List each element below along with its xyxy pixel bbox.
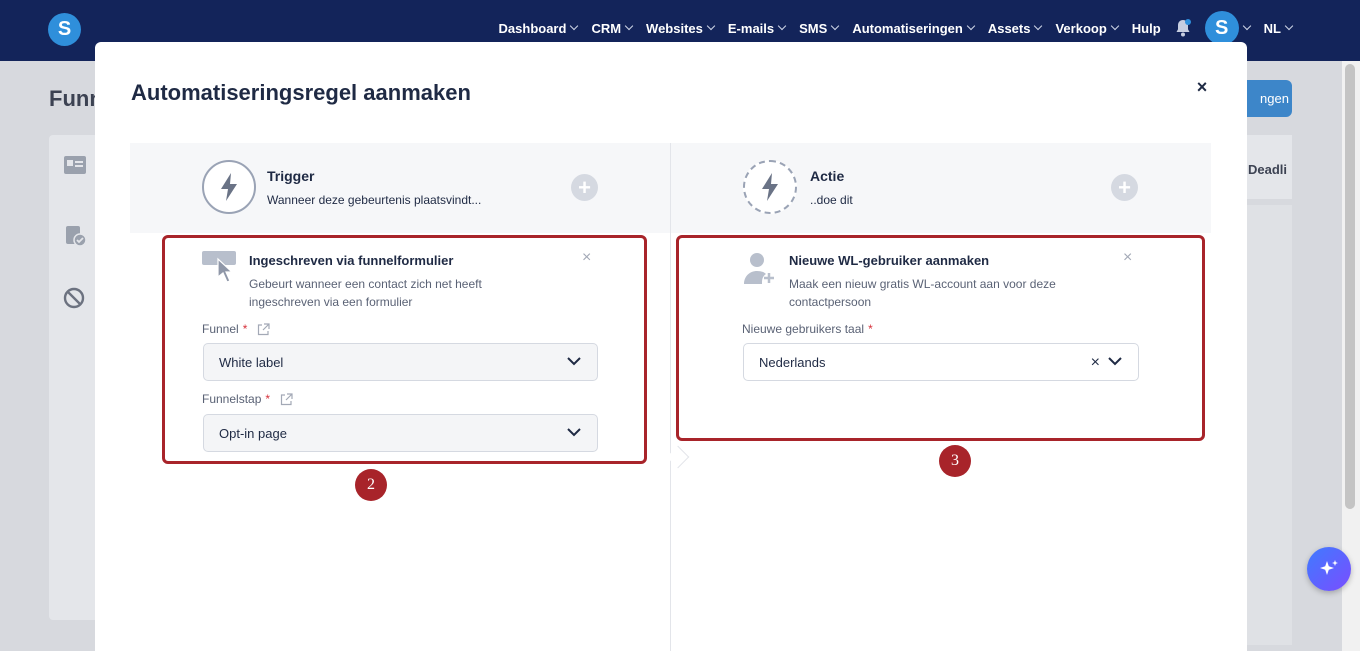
nav-item-label: CRM [591,20,622,36]
clipboard-check-icon [66,226,87,247]
funnel-select[interactable]: White label [203,343,598,381]
action-card-description: Maak een nieuw gratis WL-account aan voo… [789,275,1056,311]
nav-item-label: Automatiseringen [852,20,963,36]
trigger-header: Trigger Wanneer deze gebeurtenis plaatsv… [130,143,670,233]
chevron-down-icon [1110,21,1120,31]
step-badge: 3 [939,445,971,477]
nav-item-label: Dashboard [498,20,567,36]
chevron-down-icon [567,428,581,437]
nav-item-websites[interactable]: Websites [646,20,716,36]
app-logo[interactable]: S [48,13,81,46]
scrollbar-thumb[interactable] [1345,64,1355,509]
chevron-down-icon [966,21,976,31]
nav-item-assets[interactable]: Assets [987,20,1043,36]
sparkles-icon [1320,560,1338,575]
language-select[interactable]: Nederlands × [743,343,1139,381]
ban-icon [63,287,85,309]
id-card-icon [64,156,86,174]
action-subtitle: ..doe dit [810,193,853,207]
trigger-card-title: Ingeschreven via funnelformulier [249,253,454,268]
label-text: Nieuwe gebruikers taal [742,322,865,336]
add-trigger-button[interactable]: + [571,174,598,201]
description-line: Maak een nieuw gratis WL-account aan voo… [789,277,1056,291]
nav-item-automatiseringen[interactable]: Automatiseringen [852,20,976,36]
trigger-subtitle: Wanneer deze gebeurtenis plaatsvindt... [267,193,482,207]
nav-item-sms[interactable]: SMS [799,20,840,36]
background-sidebar-card [49,135,99,620]
background-button-label: ngen [1260,91,1289,106]
label-text: Funnelstap [202,392,262,406]
column-divider [670,143,671,651]
background-column-header: Deadli [1246,135,1292,199]
nav-item-label: Websites [646,20,703,36]
avatar: S [1204,11,1239,45]
external-link-icon[interactable] [257,322,270,336]
chevron-down-icon [706,21,716,31]
nav-item-label: Verkoop [1055,20,1107,36]
bell-icon[interactable] [1175,19,1191,37]
lightning-icon [202,160,256,214]
background-column-body [1246,205,1292,645]
nav-item-label: Assets [987,20,1031,36]
create-automation-modal: Automatiseringsregel aanmaken × Trigger … [95,42,1247,651]
user-menu[interactable]: S [1204,11,1251,45]
add-user-icon [744,253,774,284]
trigger-title: Trigger [267,168,315,184]
language-field-label: Nieuwe gebruikers taal * [742,322,873,336]
nav-item-dashboard[interactable]: Dashboard [498,20,579,36]
trigger-card[interactable]: Ingeschreven via funnelformulier Gebeurt… [162,235,647,464]
funnelstap-select-value: Opt-in page [219,425,287,441]
nav-item-hulp[interactable]: Hulp [1132,21,1161,36]
action-header: Actie ..doe dit + [671,143,1211,233]
nav-item-crm[interactable]: CRM [591,20,634,36]
language-label: NL [1263,20,1281,36]
required-marker: * [868,322,873,336]
chevron-down-icon [624,21,634,31]
chevron-down-icon [777,21,787,31]
ai-assistant-button[interactable] [1307,547,1351,591]
chevron-down-icon [570,21,579,31]
language-selector[interactable]: NL [1263,20,1294,36]
background-column-label: Deadli [1248,162,1288,177]
remove-trigger-icon[interactable]: × [582,249,591,267]
funnelstap-field-label: Funnelstap * [202,392,293,406]
external-link-icon[interactable] [280,392,293,406]
funnel-select-value: White label [219,354,284,370]
description-line: Gebeurt wanneer een contact zich net hee… [249,277,482,291]
chevron-down-icon [1034,21,1043,31]
funnel-field-label: Funnel * [202,322,270,336]
required-marker: * [265,392,271,406]
label-text: Funnel [202,322,239,336]
action-title: Actie [810,168,845,184]
chevron-down-icon [831,21,840,31]
nav-item-verkoop[interactable]: Verkoop [1055,20,1120,36]
description-line: ingeschreven via een formulier [249,295,413,309]
trigger-card-description: Gebeurt wanneer een contact zich net hee… [249,275,482,311]
remove-action-icon[interactable]: × [1123,249,1132,267]
chevron-down-icon [1242,21,1251,31]
chevron-down-icon [567,357,581,366]
clear-icon[interactable]: × [1091,354,1100,372]
funnelstap-select[interactable]: Opt-in page [203,414,598,452]
nav-item-emails[interactable]: E-mails [727,20,787,36]
close-icon[interactable]: × [1191,76,1213,98]
form-pointer-icon [202,251,236,283]
chevron-down-icon [1108,357,1122,366]
lightning-refresh-icon [743,160,797,214]
nav-item-label: SMS [799,20,828,36]
modal-title: Automatiseringsregel aanmaken [131,80,471,105]
required-marker: * [242,322,248,336]
action-card[interactable]: Nieuwe WL-gebruiker aanmaken Maak een ni… [676,235,1205,441]
nav-item-label: E-mails [727,20,775,36]
add-action-button[interactable]: + [1111,174,1138,201]
description-line: contactpersoon [789,295,872,309]
nav-item-label: Hulp [1131,20,1161,36]
chevron-down-icon [1284,21,1294,31]
step-badge: 2 [355,469,387,501]
language-select-value: Nederlands [759,354,826,370]
action-card-title: Nieuwe WL-gebruiker aanmaken [789,253,990,268]
